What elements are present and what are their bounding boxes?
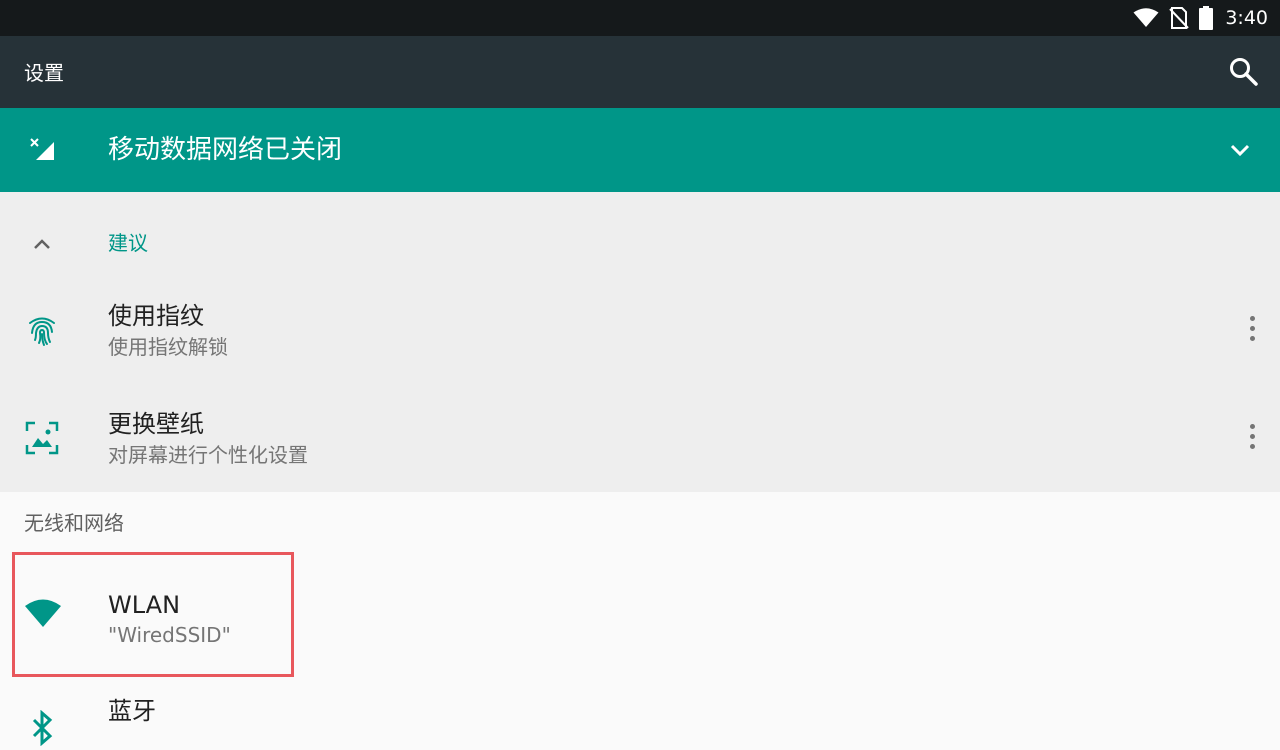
suggestion-item-fingerprint[interactable]: 使用指纹 使用指纹解锁	[0, 276, 1280, 384]
suggestion-item-wallpaper[interactable]: 更换壁纸 对屏幕进行个性化设置	[0, 384, 1280, 492]
bluetooth-icon	[32, 710, 53, 746]
suggestion-title: 更换壁纸	[108, 410, 204, 438]
settings-item-title: 蓝牙	[108, 697, 156, 725]
wifi-icon	[1133, 8, 1159, 27]
mobile-data-off-icon	[30, 138, 54, 160]
battery-icon	[1199, 6, 1214, 30]
status-bar: 3:40	[0, 0, 1280, 36]
page-title: 设置	[24, 61, 64, 85]
suggestions-label: 建议	[108, 231, 148, 255]
chevron-up-icon	[34, 239, 50, 249]
section-header-wireless: 无线和网络	[24, 511, 124, 535]
more-vert-icon[interactable]	[1246, 424, 1258, 452]
suggestion-subtitle: 使用指纹解锁	[108, 335, 228, 359]
mobile-data-banner[interactable]: 移动数据网络已关闭	[0, 108, 1280, 192]
no-sim-icon	[1169, 7, 1190, 29]
suggestion-title: 使用指纹	[108, 302, 204, 330]
search-icon[interactable]	[1228, 56, 1260, 88]
suggestion-subtitle: 对屏幕进行个性化设置	[108, 443, 308, 467]
banner-text: 移动数据网络已关闭	[108, 135, 343, 165]
suggestions-panel: 建议 使用指纹 使用指纹解锁 更换壁纸 对屏幕进行个性化设置	[0, 192, 1280, 492]
more-vert-icon[interactable]	[1246, 316, 1258, 344]
fingerprint-icon	[29, 317, 55, 346]
highlight-box	[12, 552, 294, 677]
app-toolbar: 设置	[0, 36, 1280, 108]
chevron-down-icon[interactable]	[1228, 138, 1252, 162]
clock: 3:40	[1225, 7, 1268, 29]
settings-item-bluetooth[interactable]: 蓝牙	[0, 690, 1280, 750]
wallpaper-icon	[25, 421, 59, 455]
status-icons: 3:40	[1133, 0, 1268, 36]
